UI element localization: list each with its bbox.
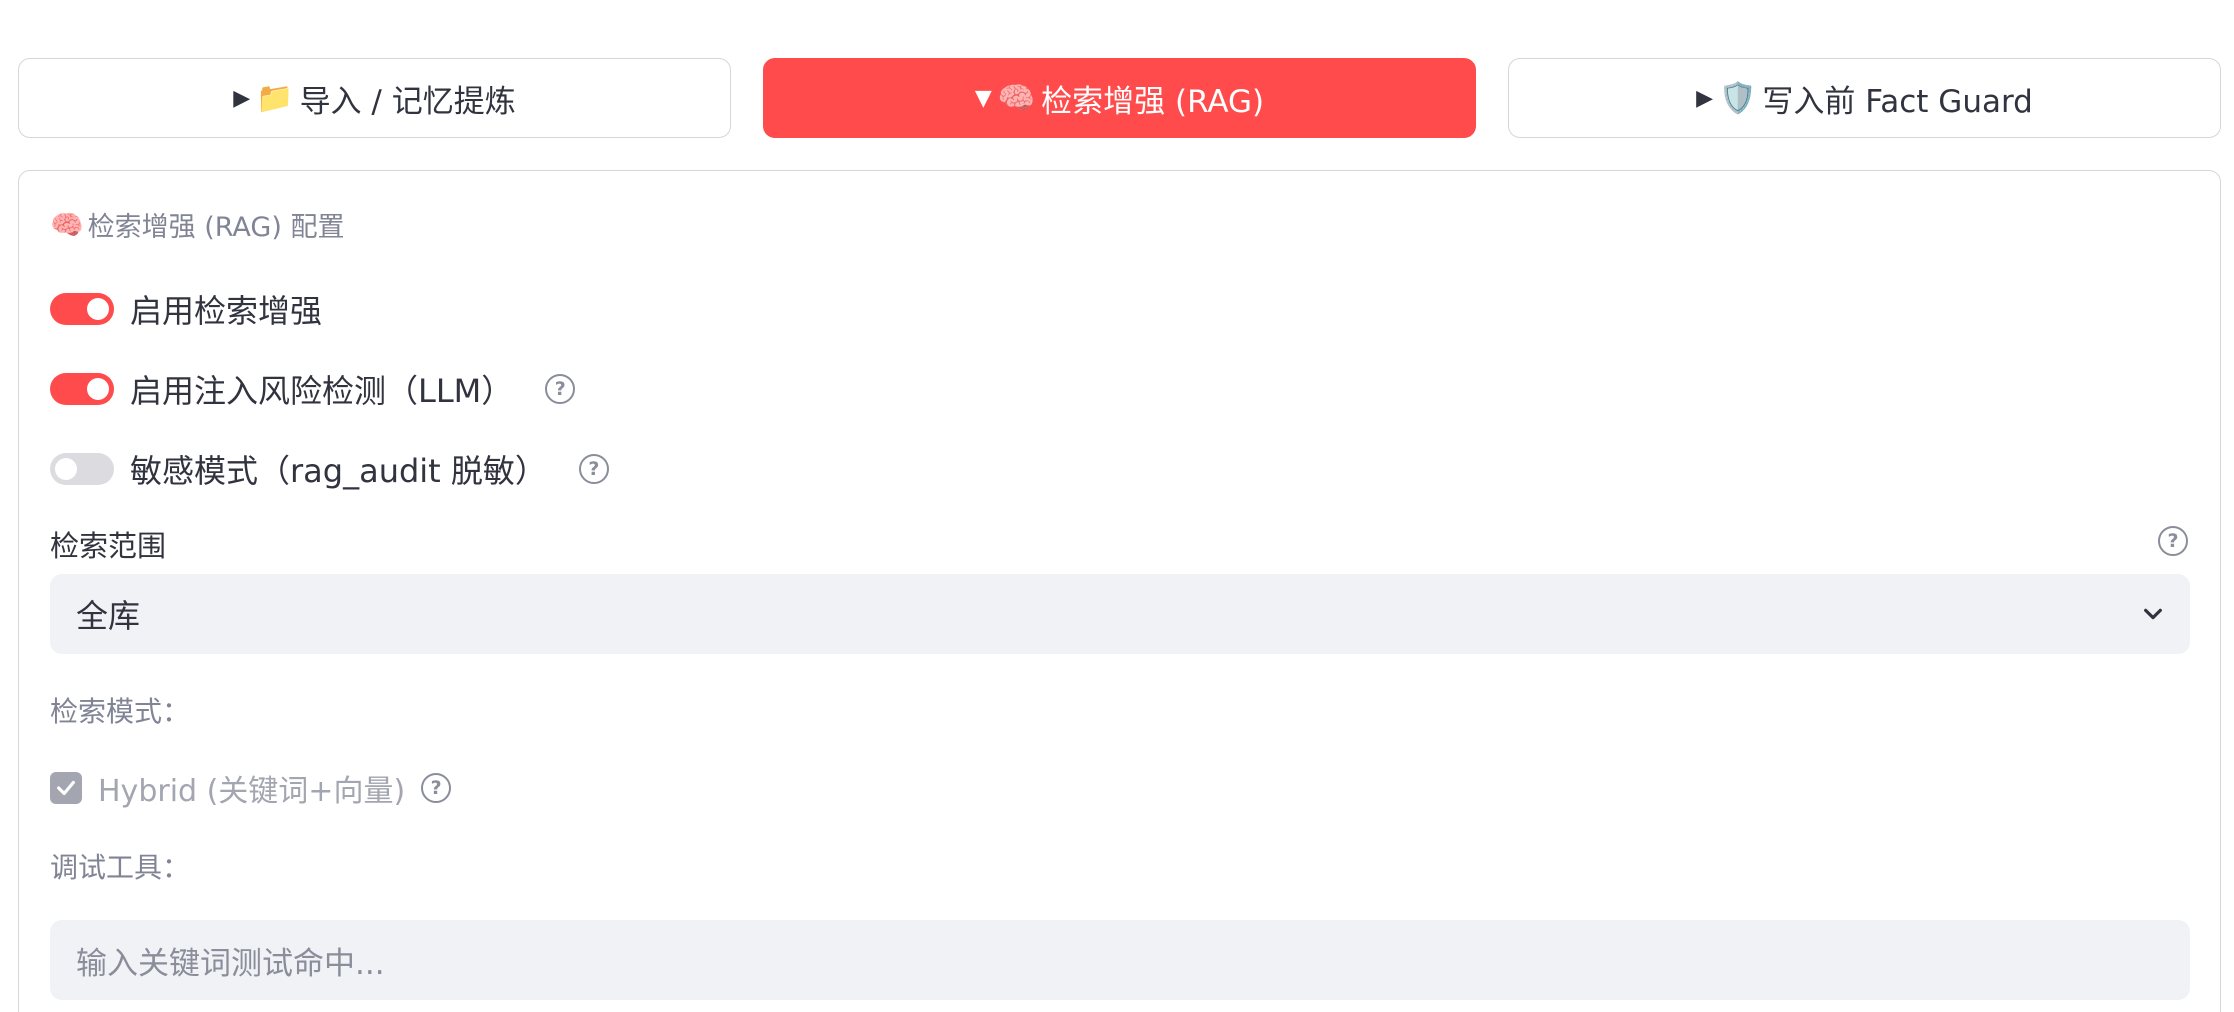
- brain-icon: 🧠: [50, 209, 84, 241]
- help-icon[interactable]: ?: [2158, 526, 2188, 556]
- hybrid-label: Hybrid (关键词+向量): [98, 774, 406, 809]
- toggle-label: 启用检索增强: [130, 292, 323, 330]
- tab-import-memory[interactable]: ▶ 📁 导入 / 记忆提炼: [18, 58, 731, 138]
- toggle-label: 启用注入风险检测（LLM）: [130, 372, 514, 410]
- help-icon[interactable]: ?: [578, 454, 609, 484]
- debug-label: 调试工具：: [50, 851, 191, 884]
- collapsed-arrow-icon: ▶: [233, 85, 251, 111]
- toggle-switch[interactable]: [50, 293, 114, 325]
- tab-fact-guard[interactable]: ▶ 🛡️ 写入前 Fact Guard: [1508, 58, 2221, 138]
- scope-select[interactable]: 全库: [50, 574, 2190, 654]
- brain-icon: 🧠: [997, 80, 1036, 116]
- collapsed-arrow-icon: ▶: [1696, 85, 1714, 111]
- debug-search-input[interactable]: 输入关键词测试命中...: [50, 920, 2190, 1000]
- scope-select-value: 全库: [76, 597, 141, 635]
- hybrid-checkbox[interactable]: [50, 772, 82, 804]
- toggle-switch[interactable]: [50, 453, 114, 485]
- toggle-label: 敏感模式（rag_audit 脱敏）: [130, 452, 547, 490]
- toggle-switch[interactable]: [50, 373, 114, 405]
- debug-input-placeholder: 输入关键词测试命中...: [76, 945, 385, 982]
- mode-label: 检索模式：: [50, 695, 191, 728]
- tab-label: 导入 / 记忆提炼: [299, 83, 516, 120]
- help-icon[interactable]: ?: [545, 374, 576, 404]
- scope-label: 检索范围: [50, 529, 167, 563]
- expanded-arrow-icon: ▼: [974, 85, 992, 111]
- chevron-down-icon: [2144, 608, 2162, 620]
- tab-label: 写入前 Fact Guard: [1762, 83, 2033, 120]
- toggle-injection-risk[interactable]: 启用注入风险检测（LLM） ?: [50, 366, 576, 412]
- hybrid-checkbox-row[interactable]: Hybrid (关键词+向量) ?: [50, 766, 452, 810]
- section-title-text: 检索增强 (RAG) 配置: [87, 212, 345, 243]
- toggle-enable-rag[interactable]: 启用检索增强: [50, 286, 322, 332]
- shield-icon: 🛡️: [1719, 80, 1757, 116]
- expander-tabs: ▶ 📁 导入 / 记忆提炼 ▼ 🧠 检索增强 (RAG) ▶ 🛡️ 写入前 Fa…: [18, 58, 2221, 138]
- help-icon[interactable]: ?: [421, 773, 452, 803]
- section-title: 🧠 检索增强 (RAG) 配置: [50, 205, 344, 244]
- tab-rag[interactable]: ▼ 🧠 检索增强 (RAG): [763, 58, 1476, 138]
- tab-label: 检索增强 (RAG): [1041, 83, 1265, 120]
- folder-icon: 📁: [256, 80, 294, 116]
- checkmark-icon: [57, 780, 75, 796]
- toggle-sensitive-mode[interactable]: 敏感模式（rag_audit 脱敏） ?: [50, 446, 609, 492]
